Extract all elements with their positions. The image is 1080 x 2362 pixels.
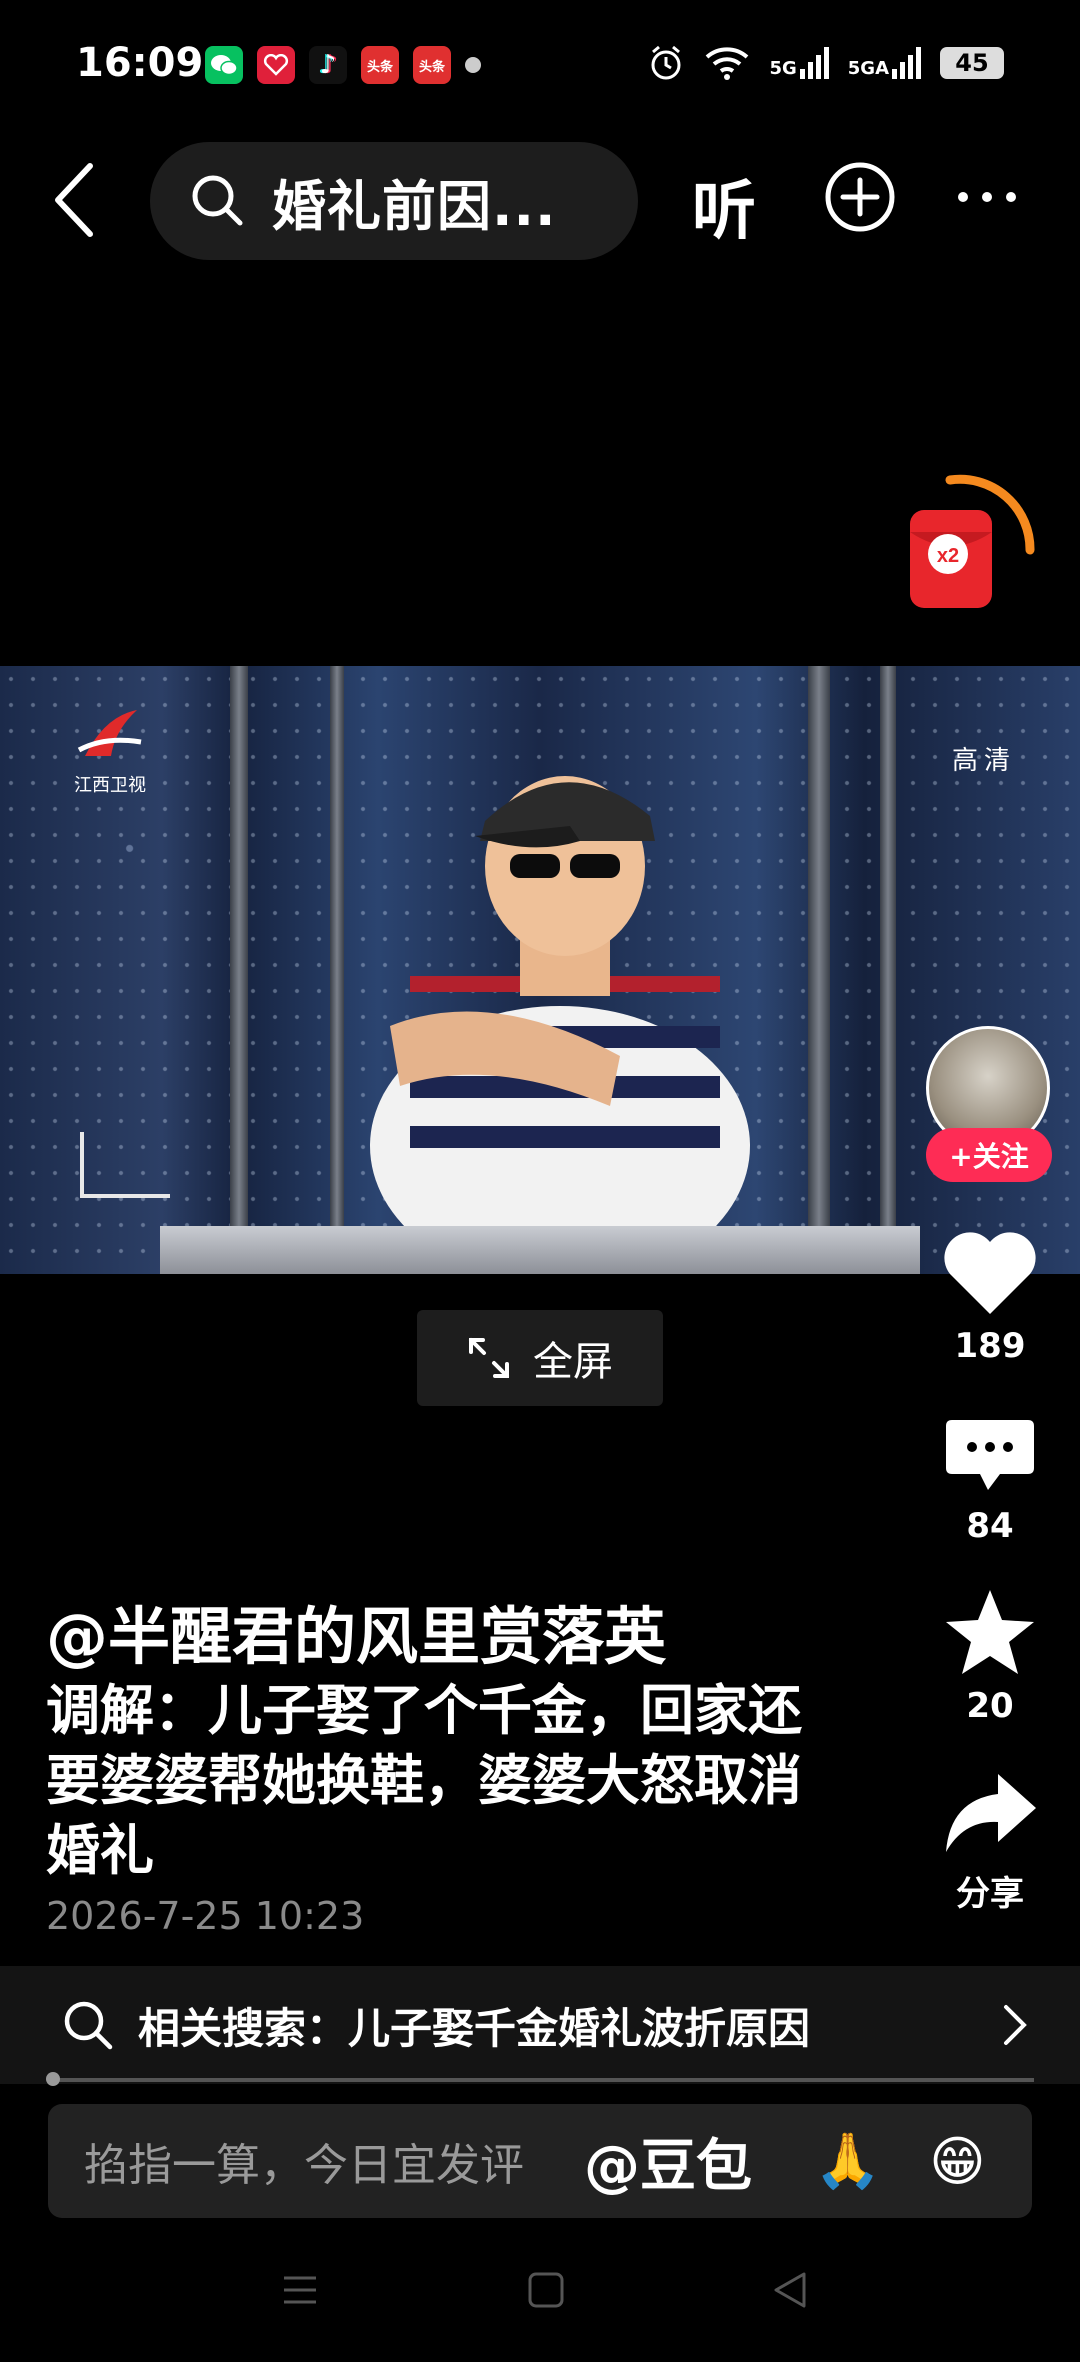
share-arrow-icon xyxy=(946,1774,1036,1852)
jiangxi-tv-logo-icon xyxy=(77,710,142,756)
back-button[interactable] xyxy=(50,160,100,240)
back-triangle-icon xyxy=(774,2272,806,2308)
back-arrow-icon xyxy=(55,163,93,237)
favorite-button[interactable] xyxy=(940,1588,1040,1682)
search-bar[interactable]: 婚礼前因... xyxy=(150,142,638,260)
fullscreen-label: 全屏 xyxy=(533,1339,613,1385)
expand-icon xyxy=(469,1338,509,1378)
chevron-right-icon xyxy=(1004,2005,1027,2045)
more-options-button[interactable] xyxy=(958,192,1016,202)
video-pillar xyxy=(880,666,896,1274)
more-dot-icon xyxy=(1006,192,1016,202)
related-search-bar[interactable]: 相关搜索：儿子娶千金婚礼波折原因 xyxy=(0,1966,1080,2084)
status-right: 5G 5GA 45 xyxy=(647,44,1004,82)
plus-circle-icon xyxy=(825,162,895,232)
signal-5g-icon: 5G xyxy=(769,47,829,79)
author-name[interactable]: @半醒君的风里赏落英 xyxy=(46,1586,666,1676)
red-envelope-icon: x2 xyxy=(910,474,1035,608)
channel-logo: 江西卫视 xyxy=(74,706,146,797)
follow-button[interactable]: +关注 xyxy=(926,1128,1052,1182)
comment-input-bar[interactable]: 掐指一算，今日宜发评 @豆包 🙏 😁 xyxy=(48,2104,1032,2218)
listen-button[interactable]: 听 xyxy=(692,160,756,252)
favorite-count: 20 xyxy=(966,1686,1014,1726)
video-pillar xyxy=(808,666,830,1274)
emoji-pray-button[interactable]: 🙏 xyxy=(814,2129,881,2193)
status-app-icons: ♪ 头条 头条 xyxy=(205,46,481,84)
share-button[interactable] xyxy=(940,1770,1040,1864)
video-pillar xyxy=(330,666,344,1274)
like-count: 189 xyxy=(954,1326,1026,1366)
system-back-button[interactable] xyxy=(770,2270,810,2314)
post-date: 2026-7-25 10:23 xyxy=(46,1894,365,1938)
wechat-icon xyxy=(205,46,243,84)
star-icon xyxy=(946,1590,1034,1674)
system-menu-button[interactable] xyxy=(280,2270,320,2314)
home-square-icon xyxy=(528,2272,564,2308)
status-time: 16:09 xyxy=(76,40,204,86)
video-person xyxy=(370,776,750,1226)
more-notifications-dot xyxy=(465,57,481,73)
search-query: 婚礼前因... xyxy=(272,174,557,238)
comment-button[interactable] xyxy=(940,1412,1040,1506)
heart-icon xyxy=(944,1232,1036,1314)
video-progress-bar[interactable] xyxy=(48,2078,1034,2082)
more-dot-icon xyxy=(982,192,992,202)
redpack-label: x2 xyxy=(937,545,959,567)
menu-lines-icon xyxy=(284,2276,316,2304)
video-pillar xyxy=(230,666,248,1274)
video-desk xyxy=(160,1226,920,1274)
signal-5ga-icon: 5GA xyxy=(848,47,922,79)
more-dot-icon xyxy=(958,192,968,202)
quality-badge[interactable]: 高清 xyxy=(952,740,1016,777)
like-button[interactable] xyxy=(940,1228,1040,1322)
post-description: 调解：儿子娶了个千金，回家还要婆婆帮她换鞋，婆婆大怒取消婚礼 xyxy=(46,1679,802,1882)
douyin-icon: ♪ xyxy=(309,46,347,84)
emoji-grin-button[interactable]: 😁 xyxy=(929,2130,985,2193)
share-label: 分享 xyxy=(956,1874,1024,1914)
comment-icon xyxy=(946,1420,1034,1490)
wifi-icon xyxy=(706,47,749,80)
redbook-icon xyxy=(257,46,295,84)
video-corner-mark xyxy=(80,1132,170,1198)
comment-placeholder[interactable]: 掐指一算，今日宜发评 xyxy=(84,2129,524,2193)
system-home-button[interactable] xyxy=(526,2270,566,2314)
search-icon xyxy=(64,2001,113,2050)
alarm-icon xyxy=(651,45,681,80)
video-progress-thumb[interactable] xyxy=(46,2072,60,2086)
fullscreen-button[interactable]: 全屏 xyxy=(417,1310,663,1406)
search-icon xyxy=(192,175,243,226)
toutiao-icon: 头条 xyxy=(361,46,399,84)
channel-name: 江西卫视 xyxy=(74,775,146,796)
add-button[interactable] xyxy=(823,160,897,234)
comment-count: 84 xyxy=(966,1506,1014,1546)
video-player[interactable]: 江西卫视 高清 xyxy=(0,666,1080,1274)
red-envelope-reward-button[interactable]: x2 xyxy=(880,470,1040,620)
related-search-text: 相关搜索：儿子娶千金婚礼波折原因 xyxy=(138,2003,811,2053)
toutiao-icon-2: 头条 xyxy=(413,46,451,84)
mention-button[interactable]: @豆包 xyxy=(584,2121,752,2202)
battery-indicator: 45 xyxy=(940,47,1004,79)
